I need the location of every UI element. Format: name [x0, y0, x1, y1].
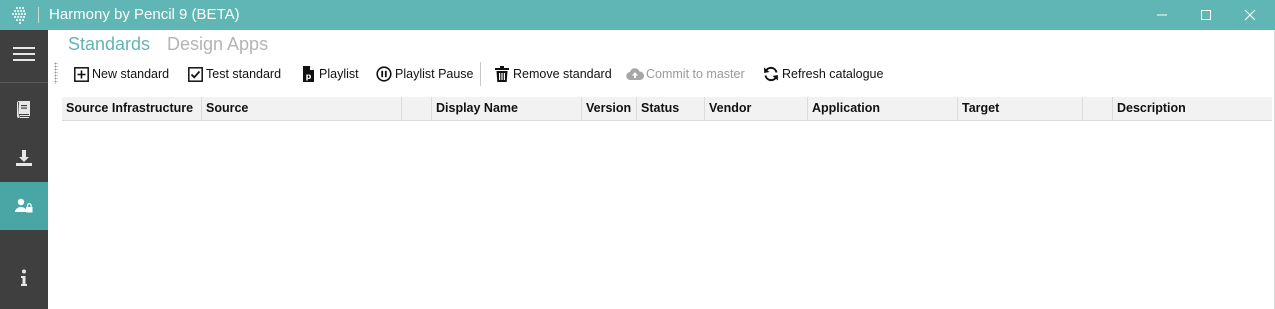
refresh-icon	[764, 66, 778, 82]
maximize-icon	[1201, 10, 1211, 20]
remove-standard-button[interactable]: Remove standard	[493, 62, 612, 86]
title-separator	[38, 7, 39, 23]
grid-header: Source Infrastructure Source Display Nam…	[62, 97, 1272, 121]
toolbar-grip[interactable]	[54, 62, 58, 84]
app-logo-icon	[11, 6, 27, 25]
playlist-button[interactable]: p Playlist	[299, 62, 359, 86]
sidebar-divider	[0, 82, 48, 83]
column-header-application[interactable]: Application	[808, 97, 958, 120]
column-header-source[interactable]: Source	[202, 97, 402, 120]
column-header-blank[interactable]	[402, 97, 432, 120]
playlist-label: Playlist	[319, 67, 359, 81]
plus-square-icon	[73, 66, 89, 82]
test-standard-label: Test standard	[206, 67, 282, 81]
grid-body	[62, 121, 1272, 307]
book-icon	[17, 101, 30, 118]
tab-standards[interactable]: Standards	[68, 33, 150, 55]
column-header-vendor[interactable]: Vendor	[705, 97, 808, 120]
refresh-catalogue-label: Refresh catalogue	[782, 67, 884, 81]
column-header-target[interactable]: Target	[958, 97, 1083, 120]
playlist-pause-button[interactable]: Playlist Pause	[375, 62, 474, 86]
column-header-display-name[interactable]: Display Name	[432, 97, 582, 120]
sidebar-menu-button[interactable]	[0, 30, 48, 78]
trash-icon	[495, 66, 509, 82]
close-icon	[1244, 9, 1256, 21]
remove-standard-label: Remove standard	[513, 67, 612, 81]
title-bar: Harmony by Pencil 9 (BETA)	[0, 0, 1275, 30]
column-header-status[interactable]: Status	[637, 97, 705, 120]
user-lock-icon	[15, 198, 33, 213]
cloud-upload-icon	[626, 68, 644, 81]
hamburger-menu-icon	[13, 47, 35, 61]
sidebar-item-info[interactable]	[0, 254, 48, 302]
sidebar-item-download[interactable]	[0, 134, 48, 182]
new-standard-button[interactable]: New standard	[72, 62, 169, 86]
toolbar: New standard Test standard p Playlist Pl…	[48, 60, 1275, 88]
column-header-source-infrastructure[interactable]: Source Infrastructure	[62, 97, 202, 120]
maximize-button[interactable]	[1184, 0, 1228, 30]
svg-text:p: p	[306, 72, 312, 81]
playlist-pause-label: Playlist Pause	[395, 67, 474, 81]
pause-circle-icon	[376, 66, 392, 82]
window-title: Harmony by Pencil 9 (BETA)	[49, 6, 240, 23]
sidebar	[0, 30, 48, 309]
sidebar-item-book[interactable]	[0, 86, 48, 134]
download-icon	[16, 150, 32, 166]
refresh-catalogue-button[interactable]: Refresh catalogue	[762, 62, 883, 86]
info-icon	[21, 269, 27, 286]
minimize-button[interactable]	[1140, 0, 1184, 30]
column-header-blank-2[interactable]	[1083, 97, 1113, 120]
sidebar-item-user-lock[interactable]	[0, 182, 48, 230]
check-square-icon	[187, 66, 203, 82]
toolbar-separator	[480, 62, 481, 86]
main-panel: Standards Design Apps New standard Test …	[48, 30, 1275, 309]
test-standard-button[interactable]: Test standard	[186, 62, 281, 86]
column-header-description[interactable]: Description	[1113, 97, 1272, 120]
close-button[interactable]	[1228, 0, 1272, 30]
new-standard-label: New standard	[92, 67, 170, 81]
commit-to-master-button[interactable]: Commit to master	[626, 62, 745, 86]
tab-design-apps[interactable]: Design Apps	[167, 33, 268, 55]
playlist-file-icon: p	[303, 66, 314, 82]
column-header-version[interactable]: Version	[582, 97, 637, 120]
minimize-icon	[1157, 14, 1167, 16]
commit-to-master-label: Commit to master	[646, 67, 745, 81]
